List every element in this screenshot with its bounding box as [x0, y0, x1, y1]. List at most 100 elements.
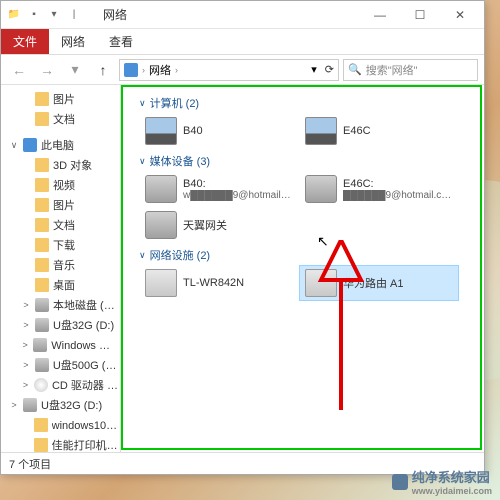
network-item[interactable]: B40:w██████9@hotmail.c… [139, 171, 299, 207]
expand-icon[interactable]: > [21, 360, 31, 370]
tree-label: 图片 [53, 91, 75, 107]
media-icon [305, 175, 337, 203]
ribbon-tabs: 文件 网络 查看 [1, 29, 484, 55]
network-item[interactable]: E46C [299, 113, 459, 149]
item-name: B40 [183, 125, 203, 137]
content-pane[interactable]: ∨ 计算机 (2) B40 E46C ∨ 媒体设备 (3) B40:w██████9@hot… [121, 85, 484, 452]
tree-label: 此电脑 [41, 137, 74, 153]
folder-icon [35, 178, 49, 192]
tree-item[interactable]: windows10安装 [1, 415, 120, 435]
tree-label: 视频 [53, 177, 75, 193]
disk-icon [35, 358, 49, 372]
close-button[interactable]: ✕ [440, 3, 480, 27]
router-icon [145, 269, 177, 297]
tab-view[interactable]: 查看 [97, 29, 145, 54]
app-icon: 📁 [5, 6, 23, 24]
breadcrumb-current[interactable]: 网络 [149, 62, 171, 78]
group-title: 媒体设备 (3) [150, 153, 211, 169]
window-controls: — ☐ ✕ [360, 3, 480, 27]
tree-label: 3D 对象 [53, 157, 92, 173]
expand-icon[interactable]: > [9, 400, 19, 410]
tree-item[interactable]: 音乐 [1, 255, 120, 275]
group-header[interactable]: ∨ 媒体设备 (3) [125, 149, 480, 171]
chevron-down-icon[interactable]: ∨ [139, 156, 146, 167]
group-items: TL-WR842N 华为路由 A1 [125, 265, 480, 301]
search-placeholder: 搜索"网络" [366, 62, 418, 78]
tree-item[interactable]: >U盘500G (F:) [1, 355, 120, 375]
watermark-text: 纯净系统家园 [412, 467, 492, 486]
expand-icon[interactable]: > [21, 340, 29, 350]
tree-item[interactable]: 文档 [1, 109, 120, 129]
window-title: 网络 [103, 6, 127, 23]
back-button[interactable]: ← [7, 58, 31, 82]
tree-item[interactable]: 图片 [1, 89, 120, 109]
qat-item[interactable]: ▪ [25, 6, 43, 24]
tree-label: 佳能打印机驱动 [52, 437, 118, 452]
breadcrumb-sep-icon: › [142, 65, 145, 75]
maximize-button[interactable]: ☐ [400, 3, 440, 27]
breadcrumb-dropdown-icon[interactable]: ▾ [311, 63, 317, 76]
network-item[interactable]: E46C:██████9@hotmail.c… [299, 171, 459, 207]
up-button[interactable]: ↑ [91, 58, 115, 82]
expand-icon[interactable]: > [21, 380, 30, 390]
location-icon [124, 63, 138, 77]
group-header[interactable]: ∨ 计算机 (2) [125, 91, 480, 113]
breadcrumb[interactable]: › 网络 › ▾ ⟳ [119, 59, 339, 81]
expand-icon[interactable]: > [21, 320, 31, 330]
tree-item[interactable]: >Windows 系统… [1, 335, 120, 355]
minimize-button[interactable]: — [360, 3, 400, 27]
group-title: 计算机 (2) [150, 95, 200, 111]
tree-item[interactable]: ∨ 此电脑 [1, 135, 120, 155]
quick-access-toolbar: 📁 ▪ ▾ | [5, 6, 83, 24]
tab-network[interactable]: 网络 [49, 29, 97, 54]
watermark-icon [392, 474, 408, 490]
expand-icon[interactable]: > [21, 300, 31, 310]
chevron-down-icon[interactable]: ∨ [139, 98, 146, 109]
network-item[interactable]: B40 [139, 113, 299, 149]
tree-item[interactable]: >CD 驱动器 (G:) [1, 375, 120, 395]
tree-item[interactable]: >U盘32G (D:) [1, 315, 120, 335]
item-name: E46C [343, 125, 371, 137]
network-item[interactable]: TL-WR842N [139, 265, 299, 301]
network-item[interactable]: 华为路由 A1 [299, 265, 459, 301]
disk-icon [35, 318, 49, 332]
chevron-down-icon[interactable]: ∨ [139, 250, 146, 261]
tree-item[interactable]: 图片 [1, 195, 120, 215]
refresh-button[interactable]: ⟳ [325, 63, 334, 76]
titlebar[interactable]: 📁 ▪ ▾ | 网络 — ☐ ✕ [1, 1, 484, 29]
tab-file[interactable]: 文件 [1, 29, 49, 54]
router-icon [305, 269, 337, 297]
tree-item[interactable]: >本地磁盘 (C:) [1, 295, 120, 315]
expand-icon[interactable]: ∨ [9, 140, 19, 151]
tree-item[interactable]: 下载 [1, 235, 120, 255]
item-name: 华为路由 A1 [343, 275, 404, 291]
qat-dropdown-icon[interactable]: ▾ [45, 6, 63, 24]
window-body: 图片文档∨此电脑3D 对象视频图片文档下载音乐桌面>本地磁盘 (C:)>U盘32… [1, 85, 484, 452]
group-header[interactable]: ∨网络设施 (2) [125, 243, 480, 265]
tree-item[interactable]: 3D 对象 [1, 155, 120, 175]
tree-item[interactable]: 文档 [1, 215, 120, 235]
tree-item[interactable]: 佳能打印机驱动 [1, 435, 120, 452]
nav-tree[interactable]: 图片文档∨此电脑3D 对象视频图片文档下载音乐桌面>本地磁盘 (C:)>U盘32… [1, 85, 121, 452]
search-input[interactable]: 🔍 搜索"网络" [343, 59, 478, 81]
tree-item[interactable]: >U盘32G (D:) [1, 395, 120, 415]
history-dropdown-icon[interactable]: ▾ [63, 58, 87, 82]
tree-item[interactable]: 视频 [1, 175, 120, 195]
media-icon [145, 175, 177, 203]
item-name: TL-WR842N [183, 277, 244, 289]
folder-icon [35, 218, 49, 232]
thispc-icon [23, 138, 37, 152]
computer-icon [305, 117, 337, 145]
qat-separator: | [65, 6, 83, 24]
folder-icon [35, 258, 49, 272]
folder-icon [35, 92, 49, 106]
item-name: E46C: [343, 178, 451, 190]
tree-label: 图片 [53, 197, 75, 213]
network-item[interactable]: 天翼网关 [139, 207, 299, 243]
forward-button[interactable]: → [35, 58, 59, 82]
tree-item[interactable]: 桌面 [1, 275, 120, 295]
tree-label: 文档 [53, 111, 75, 127]
disk-icon [35, 298, 49, 312]
folder-icon [35, 278, 49, 292]
cd-icon [34, 378, 48, 392]
